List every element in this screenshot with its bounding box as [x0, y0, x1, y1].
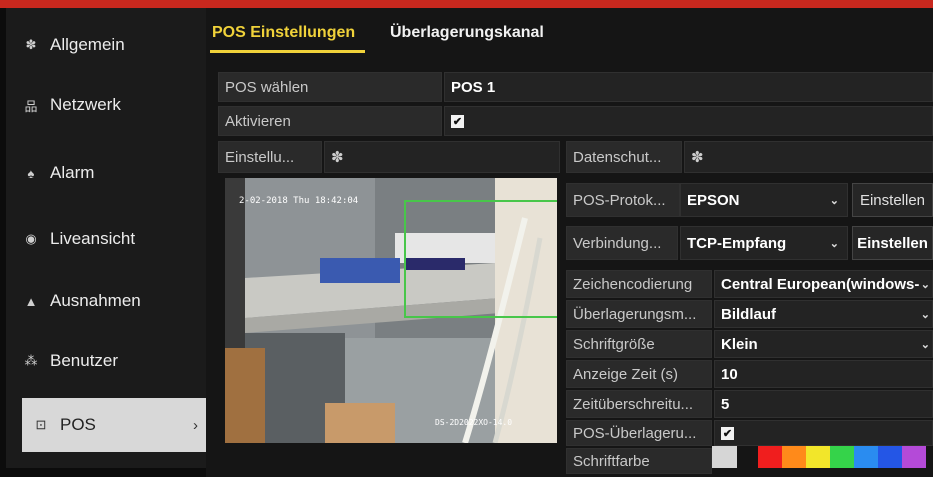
- enable-label: Aktivieren: [218, 106, 442, 136]
- alarm-icon: ♠: [27, 165, 35, 181]
- overlay-mode-select[interactable]: Bildlauf ⌄: [714, 300, 933, 328]
- gear-icon: ✽: [25, 37, 37, 52]
- font-color-swatch-green[interactable]: [830, 446, 854, 468]
- sidebar-item-label: Liveansicht: [50, 229, 136, 248]
- overlay-mode-value: Bildlauf: [721, 305, 776, 323]
- gear-icon[interactable]: ✽: [691, 148, 704, 166]
- sidebar-item-liveansicht[interactable]: ◉ Liveansicht: [6, 214, 206, 264]
- display-time-input[interactable]: 10: [714, 360, 933, 388]
- font-color-swatch-red[interactable]: [758, 446, 782, 468]
- enable-row: ✔: [444, 106, 933, 136]
- font-color-swatch-lightblue[interactable]: [854, 446, 878, 468]
- font-color-swatch-yellow[interactable]: [806, 446, 830, 468]
- encoding-label: Zeichencodierung: [566, 270, 712, 298]
- connection-settings-button[interactable]: Einstellen: [852, 226, 933, 260]
- chevron-down-icon: ⌄: [829, 237, 839, 250]
- sidebar-item-alarm[interactable]: ♠ Alarm: [6, 148, 206, 198]
- pos-overlay-label: POS-Überlageru...: [566, 420, 712, 446]
- encoding-value: Central European(windows-: [721, 275, 920, 293]
- font-color-swatch-selected[interactable]: [712, 446, 737, 468]
- chevron-down-icon: ⌄: [920, 278, 930, 291]
- gear-icon[interactable]: ✽: [331, 148, 344, 166]
- users-icon: ⁂: [24, 353, 38, 368]
- protocol-value: EPSON: [687, 191, 740, 209]
- font-color-label: Schriftfarbe: [566, 448, 712, 474]
- pos-icon: ⊡: [35, 417, 47, 432]
- font-size-select[interactable]: Klein ⌄: [714, 330, 933, 358]
- sidebar-item-label: Allgemein: [50, 35, 125, 54]
- top-bar: [0, 0, 933, 8]
- encoding-select[interactable]: Central European(windows- ⌄: [714, 270, 933, 298]
- protocol-select[interactable]: EPSON ⌄: [680, 183, 848, 217]
- sidebar-item-label: Netzwerk: [50, 95, 121, 114]
- overlay-mode-label: Überlagerungsm...: [566, 300, 712, 328]
- display-time-label: Anzeige Zeit (s): [566, 360, 712, 388]
- pos-select[interactable]: POS 1: [444, 72, 933, 102]
- sidebar-item-netzwerk[interactable]: 品 Netzwerk: [6, 80, 206, 130]
- sidebar: ✽ Allgemein 品 Netzwerk ♠ Alarm ◉ Liveans…: [6, 8, 210, 468]
- preview-watermark: DS-2D2022XO-14.0: [435, 418, 513, 427]
- chevron-right-icon: ›: [193, 416, 198, 434]
- connection-label: Verbindung...: [566, 226, 678, 260]
- protocol-settings-button[interactable]: Einstellen: [852, 183, 933, 217]
- font-color-swatch-orange[interactable]: [782, 446, 806, 468]
- chevron-down-icon: ⌄: [920, 338, 930, 351]
- camera-image: [225, 178, 557, 443]
- pos-overlay-row: ✔: [714, 420, 933, 446]
- settings-label: Einstellu...: [218, 141, 322, 173]
- pos-select-label: POS wählen: [218, 72, 442, 102]
- privacy-gear-cell: ✽: [684, 141, 933, 173]
- sidebar-item-label: Benutzer: [50, 351, 119, 370]
- sidebar-item-label: Alarm: [50, 163, 95, 182]
- privacy-label: Datenschut...: [566, 141, 682, 173]
- tab-ueberlagerungskanal[interactable]: Überlagerungskanal: [390, 24, 544, 42]
- network-icon: 品: [24, 98, 38, 114]
- enable-checkbox[interactable]: ✔: [451, 114, 464, 128]
- camera-preview: 2-02-2018 Thu 18:42:04 DS-2D2022XO-14.0: [225, 178, 557, 443]
- connection-value: TCP-Empfang: [687, 234, 787, 252]
- font-size-label: Schriftgröße: [566, 330, 712, 358]
- timeout-label: Zeitüberschreitu...: [566, 390, 712, 418]
- sidebar-item-benutzer[interactable]: ⁂ Benutzer: [6, 336, 206, 386]
- sidebar-item-allgemein[interactable]: ✽ Allgemein: [6, 20, 206, 70]
- font-color-swatch-blue[interactable]: [878, 446, 902, 468]
- tab-underline: [210, 50, 365, 53]
- font-color-swatch-purple[interactable]: [902, 446, 926, 468]
- eye-icon: ◉: [25, 231, 37, 246]
- tab-pos-einstellungen[interactable]: POS Einstellungen: [212, 24, 355, 42]
- sidebar-item-pos[interactable]: ⊡ POS ›: [22, 398, 210, 452]
- warning-icon: ▲: [24, 293, 38, 309]
- chevron-down-icon: ⌄: [920, 308, 930, 321]
- chevron-down-icon: ⌄: [829, 194, 839, 207]
- pos-overlay-checkbox[interactable]: ✔: [721, 426, 734, 440]
- font-size-value: Klein: [721, 335, 758, 353]
- settings-gear-cell: ✽: [324, 141, 560, 173]
- protocol-label: POS-Protok...: [566, 183, 680, 217]
- sidebar-item-ausnahmen[interactable]: ▲ Ausnahmen: [6, 276, 206, 326]
- sidebar-item-label: Ausnahmen: [50, 291, 141, 310]
- preview-timestamp: 2-02-2018 Thu 18:42:04: [239, 196, 359, 206]
- connection-select[interactable]: TCP-Empfang ⌄: [680, 226, 848, 260]
- sidebar-item-label: POS: [60, 415, 96, 434]
- timeout-input[interactable]: 5: [714, 390, 933, 418]
